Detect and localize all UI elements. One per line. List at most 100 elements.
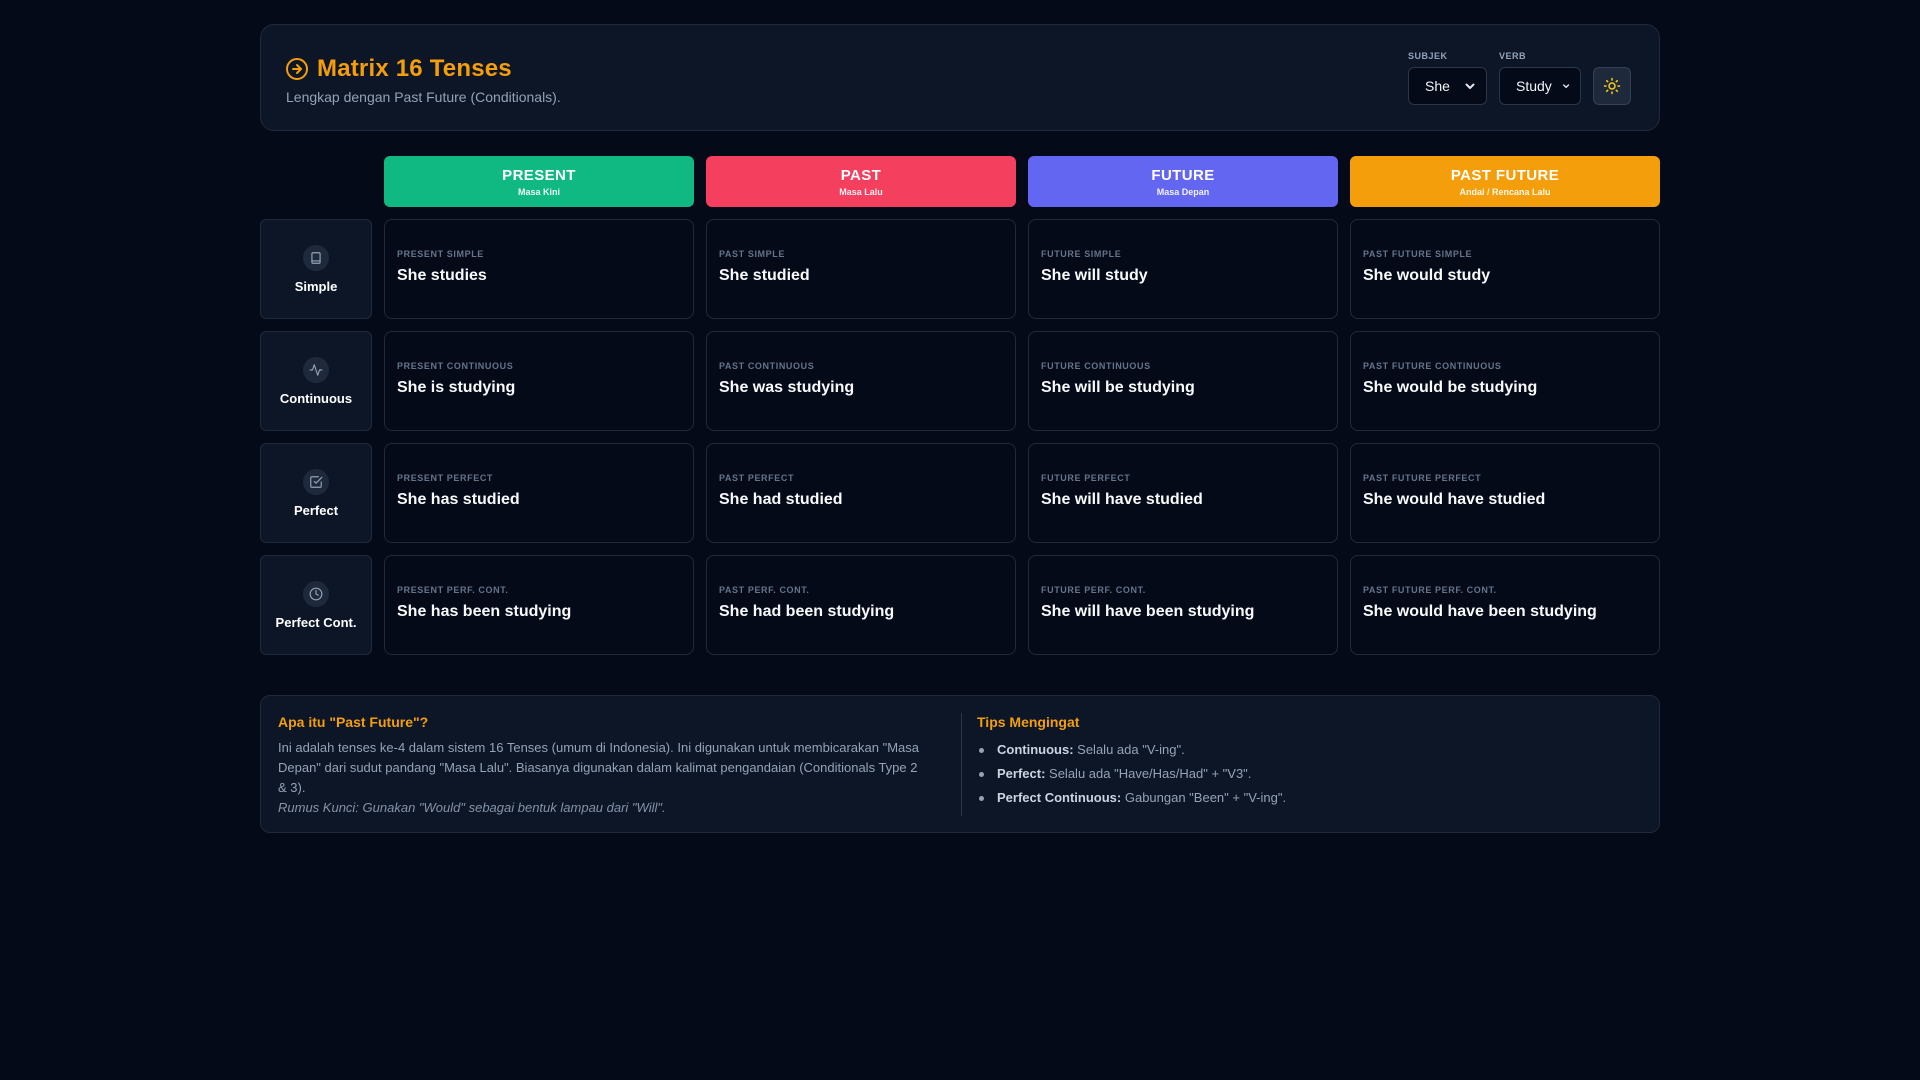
book-icon — [311, 251, 321, 264]
row-header-simple: Simple — [260, 219, 372, 319]
tense-sentence: She had studied — [719, 491, 843, 508]
divider — [961, 713, 962, 816]
app-container: Matrix 16 Tenses Lengkap dengan Past Fut… — [260, 24, 1660, 833]
tense-name: PAST FUTURE PERF. CONT. — [1363, 585, 1497, 595]
tense-cell: PAST CONTINUOUS She was studying — [706, 331, 1016, 431]
tense-sentence: She is studying — [397, 379, 516, 396]
verb-control: VERB Study — [1499, 51, 1581, 105]
tense-name: FUTURE PERF. CONT. — [1041, 585, 1146, 595]
tip-term: Perfect: — [997, 766, 1046, 781]
theme-toggle-button[interactable] — [1593, 67, 1631, 105]
tips-list: Continuous: Selalu ada "V-ing". Perfect:… — [977, 738, 1617, 810]
tense-cell: PRESENT PERF. CONT. She has been studyin… — [384, 555, 694, 655]
tense-sentence: She would have been studying — [1363, 603, 1597, 620]
column-header-present: PRESENT Masa Kini — [384, 156, 694, 207]
list-item: Perfect: Selalu ada "Have/Has/Had" + "V3… — [977, 762, 1617, 786]
row-header-perfect-continuous: Perfect Cont. — [260, 555, 372, 655]
tense-cell: PAST FUTURE CONTINUOUS She would be stud… — [1350, 331, 1660, 431]
tense-cell: PRESENT SIMPLE She studies — [384, 219, 694, 319]
tense-sentence: She had been studying — [719, 603, 895, 620]
subject-label: SUBJEK — [1408, 51, 1448, 61]
chevron-down-icon — [1465, 83, 1475, 89]
tense-name: PAST PERF. CONT. — [719, 585, 810, 595]
tip-text: Gabungan "Been" + "V-ing". — [1121, 790, 1287, 805]
row-label: Simple — [294, 278, 338, 294]
tense-cell: PRESENT CONTINUOUS She is studying — [384, 331, 694, 431]
past-future-explainer: Apa itu "Past Future"? Ini adalah tenses… — [278, 714, 928, 818]
subject-value: She — [1425, 78, 1450, 94]
chevron-down-icon — [1562, 84, 1569, 89]
tense-name: PAST CONTINUOUS — [719, 361, 815, 371]
row-perfect-continuous: Perfect Cont. PRESENT PERF. CONT. She ha… — [260, 555, 1660, 655]
info-panel: Apa itu "Past Future"? Ini adalah tenses… — [260, 695, 1660, 833]
list-item: Perfect Continuous: Gabungan "Been" + "V… — [977, 786, 1617, 810]
controls: SUBJEK She VERB Study — [1408, 51, 1631, 105]
column-header-future: FUTURE Masa Depan — [1028, 156, 1338, 207]
column-name: PAST FUTURE — [1450, 166, 1560, 184]
clock-icon — [309, 587, 323, 600]
row-label: Perfect Cont. — [275, 614, 357, 630]
row-label: Continuous — [279, 390, 353, 406]
tense-sentence: She has studied — [397, 491, 520, 508]
list-item: Continuous: Selalu ada "V-ing". — [977, 738, 1617, 762]
tense-sentence: She would be studying — [1363, 379, 1538, 396]
tense-cell: PRESENT PERFECT She has studied — [384, 443, 694, 543]
tense-name: FUTURE CONTINUOUS — [1041, 361, 1151, 371]
tense-cell: FUTURE SIMPLE She will study — [1028, 219, 1338, 319]
row-continuous: Continuous PRESENT CONTINUOUS She is stu… — [260, 331, 1660, 431]
row-icon-badge — [303, 468, 329, 495]
tense-cell: FUTURE PERFECT She will have studied — [1028, 443, 1338, 543]
tense-sentence: She has been studying — [397, 603, 572, 620]
tense-sentence: She would have studied — [1363, 491, 1546, 508]
tense-sentence: She was studying — [719, 379, 855, 396]
tense-sentence: She studies — [397, 267, 487, 284]
column-subtitle: Masa Lalu — [839, 186, 883, 197]
tense-name: PAST FUTURE SIMPLE — [1363, 249, 1473, 259]
tense-name: PAST FUTURE CONTINUOUS — [1363, 361, 1502, 371]
tips-title: Tips Mengingat — [977, 714, 1080, 730]
column-name: PRESENT — [502, 166, 576, 184]
subject-select[interactable]: She — [1408, 67, 1487, 105]
explainer-key-formula: Rumus Kunci: Gunakan "Would" sebagai ben… — [278, 800, 666, 815]
page-title: Matrix 16 Tenses — [317, 55, 512, 82]
tense-cell: PAST FUTURE PERFECT She would have studi… — [1350, 443, 1660, 543]
explainer-title: Apa itu "Past Future"? — [278, 714, 429, 730]
column-header-past: PAST Masa Lalu — [706, 156, 1016, 207]
column-subtitle: Andai / Rencana Lalu — [1459, 186, 1551, 197]
tense-cell: PAST FUTURE SIMPLE She would study — [1350, 219, 1660, 319]
tense-name: FUTURE SIMPLE — [1041, 249, 1122, 259]
tense-name: PAST PERFECT — [719, 473, 795, 483]
verb-value: Study — [1516, 78, 1552, 94]
column-headers: PRESENT Masa Kini PAST Masa Lalu FUTURE … — [384, 156, 1660, 207]
subject-control: SUBJEK She — [1408, 51, 1487, 105]
verb-label: VERB — [1499, 51, 1527, 61]
tense-name: PRESENT CONTINUOUS — [397, 361, 514, 371]
column-name: PAST — [840, 166, 882, 184]
tip-term: Continuous: — [997, 742, 1074, 757]
tense-name: PRESENT PERFECT — [397, 473, 494, 483]
tense-sentence: She will be studying — [1041, 379, 1195, 396]
tense-name: FUTURE PERFECT — [1041, 473, 1131, 483]
tense-cell: PAST FUTURE PERF. CONT. She would have b… — [1350, 555, 1660, 655]
tense-cell: PAST SIMPLE She studied — [706, 219, 1016, 319]
page-subtitle: Lengkap dengan Past Future (Conditionals… — [286, 89, 561, 105]
tense-name: PRESENT PERF. CONT. — [397, 585, 509, 595]
column-name: FUTURE — [1151, 166, 1215, 184]
tense-name: PAST FUTURE PERFECT — [1363, 473, 1482, 483]
column-subtitle: Masa Kini — [517, 186, 560, 197]
verb-select[interactable]: Study — [1499, 67, 1581, 105]
tip-text: Selalu ada "Have/Has/Had" + "V3". — [1045, 766, 1252, 781]
tip-text: Selalu ada "V-ing". — [1073, 742, 1185, 757]
row-header-perfect: Perfect — [260, 443, 372, 543]
title-row: Matrix 16 Tenses — [285, 55, 512, 83]
tense-cell: PAST PERFECT She had studied — [706, 443, 1016, 543]
check-square-icon — [310, 475, 323, 488]
tense-cell: PAST PERF. CONT. She had been studying — [706, 555, 1016, 655]
tips-section: Tips Mengingat Continuous: Selalu ada "V… — [977, 714, 1617, 810]
row-icon-badge — [303, 580, 329, 607]
row-icon-badge — [303, 356, 329, 383]
tense-sentence: She would study — [1363, 267, 1491, 284]
row-header-continuous: Continuous — [260, 331, 372, 431]
column-header-past-future: PAST FUTURE Andai / Rencana Lalu — [1350, 156, 1660, 207]
tense-cell: FUTURE CONTINUOUS She will be studying — [1028, 331, 1338, 431]
